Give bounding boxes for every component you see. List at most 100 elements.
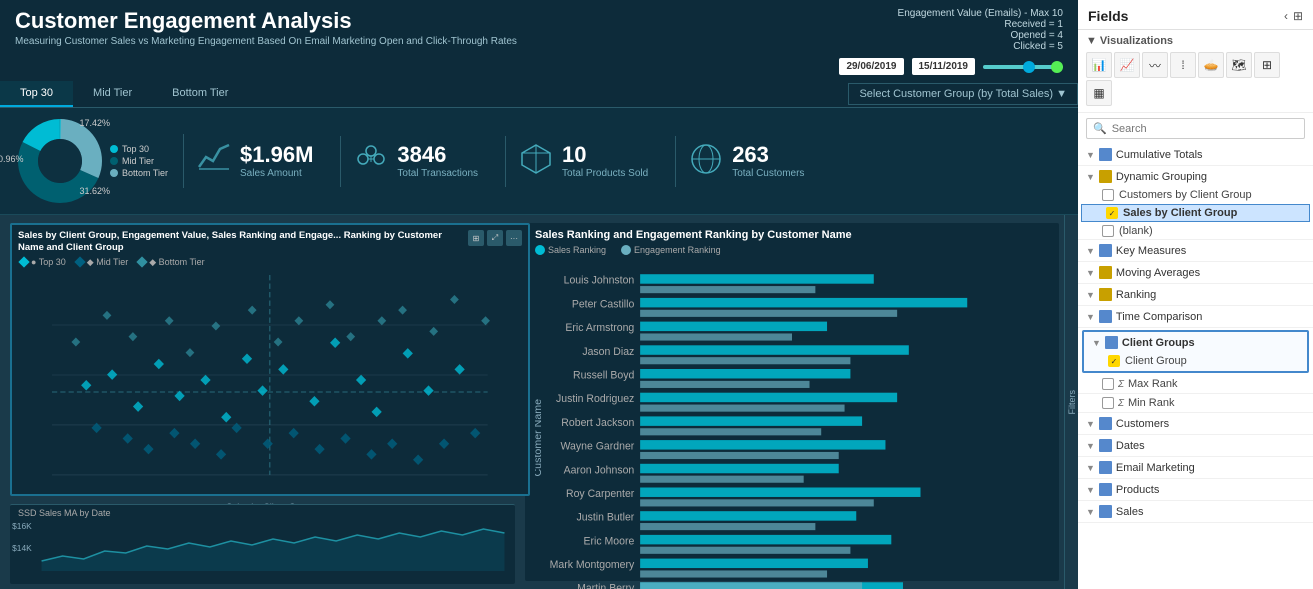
- field-group-dynamic-grouping-header[interactable]: ▼ Dynamic Grouping: [1078, 166, 1313, 187]
- tab-bottomtier[interactable]: Bottom Tier: [152, 81, 248, 107]
- slider-thumb-left[interactable]: [1023, 61, 1035, 73]
- field-group-client-groups-header[interactable]: ▼ Client Groups: [1084, 332, 1307, 353]
- viz-area-icon[interactable]: 〰: [1142, 52, 1168, 78]
- viz-table-icon[interactable]: ⊞: [1254, 52, 1280, 78]
- viz-bar-icon[interactable]: 📊: [1086, 52, 1112, 78]
- visualizations-header[interactable]: ▼ Visualizations: [1086, 33, 1305, 49]
- search-input[interactable]: [1112, 123, 1298, 135]
- svg-text:Robert Jackson: Robert Jackson: [561, 417, 634, 429]
- bar-chart-area: Louis Johnston Peter Castillo Eric Armst…: [525, 260, 1059, 589]
- field-group-email-marketing-header[interactable]: ▼ Email Marketing: [1078, 457, 1313, 478]
- scatter-plot: 60 40 20 0 $2K $4K $6K $8K $10K $12K $14…: [12, 270, 528, 502]
- field-group-client-groups: ▼ Client Groups ✓ Client Group: [1082, 330, 1309, 373]
- donut-legend: Top 30 Mid Tier Bottom Tier: [110, 144, 168, 178]
- panel-collapse-icon[interactable]: ‹: [1284, 9, 1288, 23]
- max-rank-label: Max Rank: [1128, 378, 1178, 390]
- field-group-time-comparison-header[interactable]: ▼ Time Comparison: [1078, 306, 1313, 327]
- checkbox-client-group-checked[interactable]: ✓: [1108, 355, 1120, 367]
- field-group-ranking-header[interactable]: ▼ Ranking: [1078, 284, 1313, 305]
- date-slider[interactable]: [983, 65, 1063, 69]
- tab-midtier[interactable]: Mid Tier: [73, 81, 152, 107]
- panel-filter-icon[interactable]: ⊞: [1293, 9, 1303, 23]
- scatter-chart-title: Sales by Client Group, Engagement Value,…: [18, 230, 464, 255]
- field-group-customers-header[interactable]: ▼ Customers: [1078, 413, 1313, 434]
- checkbox-sales-by-client-group-checked[interactable]: ✓: [1106, 207, 1118, 219]
- field-item-min-rank[interactable]: Σ Min Rank: [1078, 394, 1313, 412]
- viz-map-icon[interactable]: 🗺: [1226, 52, 1252, 78]
- dates-icon: [1099, 439, 1112, 452]
- svg-text:Aaron Johnson: Aaron Johnson: [564, 464, 635, 476]
- field-item-max-rank[interactable]: Σ Max Rank: [1078, 375, 1313, 393]
- svg-text:Martin Berry: Martin Berry: [577, 583, 635, 589]
- svg-text:Roy Carpenter: Roy Carpenter: [566, 488, 635, 500]
- donut-chart-container: 17.42% 50.96% 31.62% Top 30 Mid Tier: [15, 116, 168, 206]
- fields-search-box[interactable]: 🔍: [1086, 118, 1305, 139]
- bar-chart-legend: Sales Ranking Engagement Ranking: [525, 243, 1059, 260]
- viz-matrix-icon[interactable]: ▦: [1086, 80, 1112, 106]
- products-label: Products: [1116, 484, 1159, 496]
- field-item-client-group[interactable]: ✓ Client Group: [1084, 353, 1307, 371]
- kpi-sales-value: $1.96M: [240, 143, 313, 167]
- scatter-legend: ● Top 30 ◆ Mid Tier ◆ Bottom Tier: [12, 255, 528, 270]
- dynamic-grouping-icon: [1099, 170, 1112, 183]
- kpi-products-label: Total Products Sold: [562, 168, 648, 179]
- moving-averages-label: Moving Averages: [1116, 267, 1200, 279]
- viz-pie-icon[interactable]: 🥧: [1198, 52, 1224, 78]
- client-groups-icon: [1105, 336, 1118, 349]
- chart-more-icon[interactable]: ···: [506, 230, 522, 246]
- field-item-customers-by-client-group[interactable]: Customers by Client Group: [1078, 187, 1313, 203]
- field-group-moving-averages-header[interactable]: ▼ Moving Averages: [1078, 262, 1313, 283]
- field-group-customers: ▼ Customers: [1078, 413, 1313, 435]
- field-group-key-measures-header[interactable]: ▼ Key Measures: [1078, 240, 1313, 261]
- donut-pct-bottom: 31.62%: [79, 186, 110, 196]
- checkbox-blank[interactable]: [1102, 225, 1114, 237]
- kpi-customers-label: Total Customers: [732, 168, 804, 179]
- field-item-sales-by-client-group[interactable]: ✓ Sales by Client Group: [1081, 204, 1310, 222]
- field-group-dates-header[interactable]: ▼ Dates: [1078, 435, 1313, 456]
- tab-select-group[interactable]: Select Customer Group (by Total Sales) ▼: [848, 83, 1078, 105]
- slider-thumb-right[interactable]: [1051, 61, 1063, 73]
- checkbox-max-rank[interactable]: [1102, 378, 1114, 390]
- header: Customer Engagement Analysis Measuring C…: [0, 0, 1078, 81]
- dates-label: Dates: [1116, 440, 1145, 452]
- svg-text:Peter Castillo: Peter Castillo: [572, 298, 635, 310]
- checkbox-min-rank[interactable]: [1102, 397, 1114, 409]
- kpi-customers-value: 263: [732, 143, 804, 167]
- field-group-dynamic-grouping: ▼ Dynamic Grouping Customers by Client G…: [1078, 166, 1313, 240]
- visualizations-section: ▼ Visualizations 📊 📈 〰 ⁞ 🥧 🗺 ⊞ ▦: [1078, 30, 1313, 113]
- tab-top30[interactable]: Top 30: [0, 81, 73, 107]
- field-group-moving-averages: ▼ Moving Averages: [1078, 262, 1313, 284]
- field-group-sales: ▼ Sales: [1078, 501, 1313, 523]
- svg-text:$14K: $14K: [12, 544, 32, 553]
- svg-text:Mark Montgomery: Mark Montgomery: [550, 559, 635, 571]
- svg-text:Russell Boyd: Russell Boyd: [573, 369, 634, 381]
- time-comparison-icon: [1099, 310, 1112, 323]
- left-charts-column: Sales by Client Group, Engagement Value,…: [0, 215, 525, 589]
- kpi-sales-icon: [196, 139, 232, 183]
- svg-text:Louis Johnston: Louis Johnston: [564, 275, 635, 287]
- field-item-blank[interactable]: (blank): [1078, 223, 1313, 239]
- svg-text:Customer Name: Customer Name: [535, 399, 544, 477]
- kpi-transactions-label: Total Transactions: [397, 168, 478, 179]
- field-group-products-header[interactable]: ▼ Products: [1078, 479, 1313, 500]
- kpi-products-icon: [518, 141, 554, 182]
- checkbox-customers-by-client-group[interactable]: [1102, 189, 1114, 201]
- panel-controls: ‹ ⊞: [1284, 9, 1303, 23]
- date-end[interactable]: 15/11/2019: [912, 58, 976, 75]
- viz-line-icon[interactable]: 📈: [1114, 52, 1140, 78]
- field-group-sales-header[interactable]: ▼ Sales: [1078, 501, 1313, 522]
- viz-scatter-icon[interactable]: ⁞: [1170, 52, 1196, 78]
- date-start[interactable]: 29/06/2019: [839, 58, 903, 75]
- chart-focus-icon[interactable]: ⤢: [487, 230, 503, 246]
- filters-sidebar[interactable]: Filters: [1064, 215, 1078, 589]
- key-measures-icon: [1099, 244, 1112, 257]
- kpi-sales-amount: $1.96M Sales Amount: [183, 134, 325, 188]
- chart-filter-icon[interactable]: ⊞: [468, 230, 484, 246]
- donut-pct-left: 50.96%: [0, 154, 24, 164]
- kpi-customers: 263 Total Customers: [675, 136, 816, 187]
- field-group-cumulative-totals-header[interactable]: ▼ Cumulative Totals: [1078, 144, 1313, 165]
- svg-text:Justin Butler: Justin Butler: [576, 512, 634, 524]
- page-title: Customer Engagement Analysis: [15, 8, 839, 34]
- time-comparison-label: Time Comparison: [1116, 311, 1202, 323]
- mini-chart-title: SSD Sales MA by Date: [10, 505, 515, 521]
